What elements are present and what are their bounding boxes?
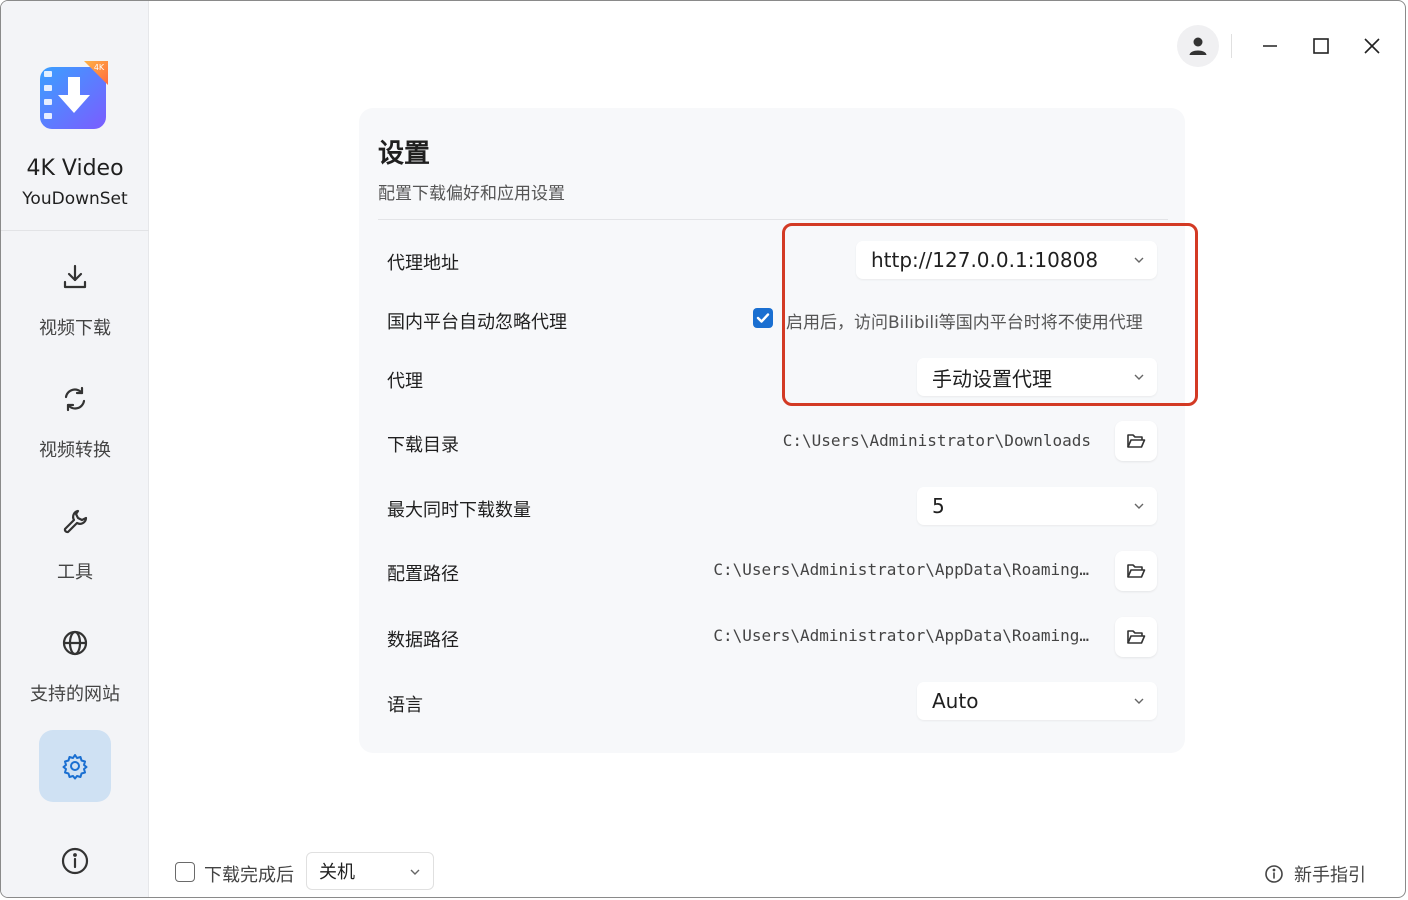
- sidebar-item-label: 视频下载: [39, 318, 111, 339]
- sidebar-item-label: 支持的网站: [30, 684, 120, 705]
- info-icon: [1265, 865, 1283, 883]
- minimize-button[interactable]: [1255, 31, 1285, 61]
- wrench-icon: [63, 509, 88, 534]
- minimize-icon: [1263, 45, 1277, 47]
- ignore-proxy-checkbox[interactable]: [753, 308, 773, 328]
- maximize-icon: [1313, 38, 1329, 54]
- user-icon: [1189, 37, 1207, 55]
- maximize-button[interactable]: [1306, 31, 1336, 61]
- download-dir-browse-button[interactable]: [1115, 421, 1157, 461]
- chevron-down-icon: [1134, 503, 1144, 509]
- sidebar-divider: [1, 230, 149, 231]
- ignore-proxy-label: 国内平台自动忽略代理: [387, 312, 567, 333]
- max-downloads-label: 最大同时下载数量: [387, 500, 531, 521]
- user-avatar-button[interactable]: [1177, 25, 1219, 67]
- language-select[interactable]: Auto: [917, 682, 1157, 720]
- settings-card: 设置 配置下载偏好和应用设置 代理地址 http://127.0.0.1:108…: [359, 108, 1185, 753]
- highlight-annotation: [782, 223, 1198, 406]
- page-subtitle: 配置下载偏好和应用设置: [378, 184, 565, 204]
- download-icon: [63, 264, 87, 289]
- titlebar-separator: [1231, 34, 1232, 58]
- sidebar-item-supported-sites[interactable]: 支持的网站: [1, 628, 149, 706]
- proxy-address-label: 代理地址: [387, 253, 459, 274]
- app-name: 4K Video: [26, 156, 124, 181]
- page-title: 设置: [378, 139, 431, 169]
- checkmark-icon: [756, 313, 770, 323]
- folder-open-icon: [1127, 630, 1146, 644]
- guide-link[interactable]: 新手指引: [1264, 861, 1366, 887]
- after-download-checkbox[interactable]: [175, 862, 195, 882]
- guide-label: 新手指引: [1294, 865, 1366, 886]
- chevron-down-icon: [410, 869, 420, 875]
- download-dir-path: C:\Users\Administrator\Downloads: [782, 431, 1091, 450]
- folder-open-icon: [1127, 434, 1146, 448]
- card-divider: [378, 219, 1168, 220]
- app-logo: 4K: [40, 61, 108, 129]
- proxy-label: 代理: [387, 371, 423, 392]
- logo-badge: 4K: [94, 63, 105, 72]
- max-downloads-select[interactable]: 5: [917, 487, 1157, 525]
- close-button[interactable]: [1357, 31, 1387, 61]
- globe-icon: [62, 630, 88, 656]
- sidebar-item-tools[interactable]: 工具: [1, 506, 149, 584]
- language-label: 语言: [387, 695, 423, 716]
- config-path-browse-button[interactable]: [1115, 551, 1157, 591]
- sidebar-item-settings[interactable]: [39, 730, 111, 802]
- app-subtitle: YouDownSet: [22, 189, 128, 209]
- app-window: 4K 4K Video YouDownSet 视频下载 视频转换 工具 支持的网…: [0, 0, 1406, 898]
- download-dir-label: 下载目录: [387, 435, 459, 456]
- config-path-value: C:\Users\Administrator\AppData\Roaming…: [713, 560, 1089, 579]
- language-value: Auto: [932, 689, 979, 713]
- info-icon[interactable]: [60, 846, 90, 876]
- after-download-action-value: 关机: [319, 862, 355, 883]
- sidebar: 4K 4K Video YouDownSet 视频下载 视频转换 工具 支持的网…: [1, 1, 149, 897]
- gear-icon: [62, 754, 88, 780]
- sidebar-item-label: 视频转换: [39, 440, 111, 461]
- max-downloads-value: 5: [932, 494, 945, 518]
- convert-icon: [64, 386, 86, 412]
- folder-open-icon: [1127, 564, 1146, 578]
- chevron-down-icon: [1134, 698, 1144, 704]
- close-icon: [1364, 38, 1380, 54]
- after-download-label: 下载完成后: [204, 865, 294, 886]
- config-path-label: 配置路径: [387, 564, 459, 585]
- data-path-value: C:\Users\Administrator\AppData\Roaming…: [713, 626, 1089, 645]
- sidebar-item-video-convert[interactable]: 视频转换: [1, 384, 149, 462]
- after-download-action-select[interactable]: 关机: [306, 852, 434, 890]
- sidebar-item-video-download[interactable]: 视频下载: [1, 262, 149, 340]
- data-path-label: 数据路径: [387, 630, 459, 651]
- sidebar-item-label: 工具: [57, 562, 93, 583]
- data-path-browse-button[interactable]: [1115, 617, 1157, 657]
